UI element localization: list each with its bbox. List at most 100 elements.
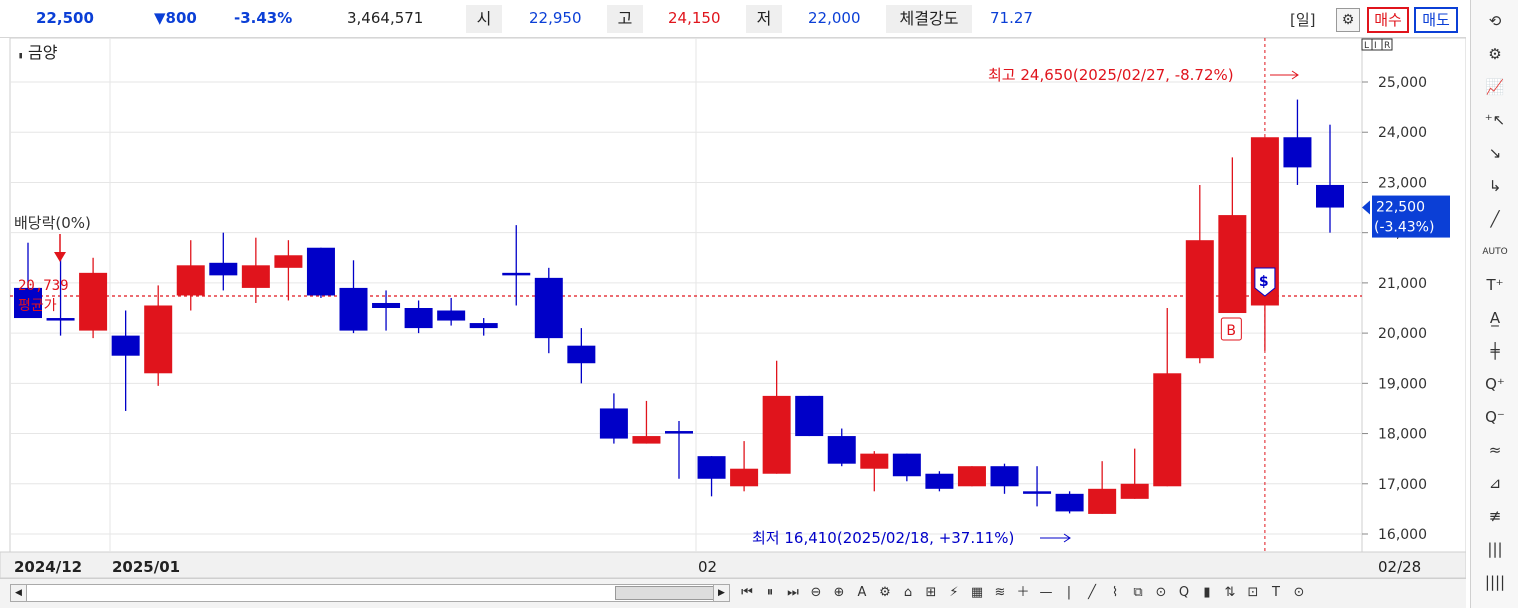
candlestick-chart[interactable]: 16,00017,00018,00019,00020,00021,00022,0… — [0, 38, 1466, 578]
rotate-icon[interactable]: ⟲ — [1481, 8, 1509, 34]
nav-button[interactable]: ⊕ — [830, 583, 848, 603]
nav-button[interactable]: ⧉ — [1129, 583, 1147, 603]
candle-up — [730, 468, 759, 487]
pen-icon[interactable]: ↘ — [1481, 140, 1509, 166]
candle-down — [795, 395, 824, 437]
x-axis-area — [0, 551, 1466, 578]
nav-button[interactable]: ⌇ — [1106, 583, 1124, 603]
candle-down — [46, 318, 75, 321]
nav-button[interactable]: ⏭ — [784, 583, 802, 603]
period-daily-button[interactable]: [일] — [1290, 9, 1316, 30]
nav-button[interactable]: T — [1267, 583, 1285, 603]
nav-button[interactable]: ⚙ — [876, 583, 894, 603]
nav-button[interactable]: ⌂ — [899, 583, 917, 603]
price-tag-value: 22,500 — [1376, 200, 1425, 216]
nav-button[interactable]: A — [853, 583, 871, 603]
lir-toggle: LIR — [1361, 38, 1393, 51]
chart-canvas[interactable]: 16,00017,00018,00019,00020,00021,00022,0… — [0, 38, 1466, 578]
nav-button[interactable]: ⏸ — [761, 583, 779, 603]
candle-down — [404, 308, 433, 329]
y-tick-label: 19,000 — [1378, 376, 1427, 392]
chart-scrollbar[interactable]: ◀ ▶ — [10, 584, 730, 602]
candle-down — [469, 323, 498, 329]
candle-down — [306, 247, 335, 296]
low-label: 저 — [746, 5, 782, 33]
nav-button[interactable]: | — [1060, 583, 1078, 603]
candle-down — [502, 272, 531, 276]
nav-button[interactable]: ▮ — [1198, 583, 1216, 603]
scroll-right-arrow[interactable]: ▶ — [713, 585, 729, 601]
fib-icon[interactable]: ≢ — [1481, 503, 1509, 529]
text-style-icon[interactable]: A̲ — [1481, 305, 1509, 331]
candle-down — [209, 262, 238, 276]
arrow-icon[interactable]: ↳ — [1481, 173, 1509, 199]
sell-button[interactable]: 매도 — [1414, 7, 1458, 33]
candle-up — [274, 255, 303, 268]
candle-up — [860, 453, 889, 469]
nav-button[interactable]: — — [1037, 583, 1055, 603]
nav-button[interactable]: ⊖ — [807, 583, 825, 603]
lir-letter: I — [1374, 41, 1377, 51]
candle-up — [1153, 373, 1182, 487]
y-tick-label: 25,000 — [1378, 75, 1427, 91]
nav-button[interactable]: ≋ — [991, 583, 1009, 603]
average-price-value: 20,739 — [18, 278, 69, 294]
candle-icon[interactable]: ╪ — [1481, 338, 1509, 364]
bars2-icon[interactable]: |||| — [1481, 569, 1509, 595]
wave-icon[interactable]: ≈ — [1481, 437, 1509, 463]
high-label: 고 — [607, 5, 643, 33]
candle-up — [144, 305, 173, 374]
candle-up — [957, 466, 986, 487]
average-price-label: 평균가 — [18, 298, 57, 314]
title-marker: ▮ — [18, 51, 23, 61]
nav-button[interactable]: ⊙ — [1290, 583, 1308, 603]
text-plus-icon[interactable]: T⁺ — [1481, 272, 1509, 298]
nav-button[interactable]: ⚡ — [945, 583, 963, 603]
nav-button[interactable]: ⊞ — [922, 583, 940, 603]
candle-down — [990, 466, 1019, 487]
scroll-left-arrow[interactable]: ◀ — [11, 585, 27, 601]
zoom-out-icon[interactable]: Q⁻ — [1481, 404, 1509, 430]
nav-button[interactable]: ⇅ — [1221, 583, 1239, 603]
nav-button[interactable]: ⏮ — [738, 583, 756, 603]
line-icon[interactable]: ╱ — [1481, 206, 1509, 232]
nav-button[interactable]: ＋ — [1014, 583, 1032, 603]
chart-navigation-bar: ◀ ▶ ⏮ ⏸ ⏭ ⊖ ⊕ A ⚙ ⌂ ⊞ ⚡ ▦ ≋ ＋ — | ╱ ⌇ ⧉ ⊙ Q ▮ ⇅ ⊡ T ⊙ — [0, 578, 1466, 608]
bars-icon[interactable]: ||| — [1481, 536, 1509, 562]
nav-button[interactable]: Q — [1175, 583, 1193, 603]
y-tick-label: 16,000 — [1378, 527, 1427, 543]
nav-button[interactable]: ▦ — [968, 583, 986, 603]
candle-down — [599, 408, 628, 439]
candle-down — [1055, 493, 1084, 512]
cut-icon[interactable]: ⊿ — [1481, 470, 1509, 496]
candle-down — [339, 287, 368, 331]
nav-button[interactable]: ╱ — [1083, 583, 1101, 603]
candle-up — [1218, 215, 1247, 314]
candle-down — [111, 335, 140, 356]
nav-button[interactable]: ⊙ — [1152, 583, 1170, 603]
settings-button[interactable]: ⚙ — [1336, 8, 1360, 32]
y-tick-label: 23,000 — [1378, 175, 1427, 191]
indicator-icon[interactable]: 📈 — [1481, 74, 1509, 100]
y-tick-label: 18,000 — [1378, 427, 1427, 443]
open-value: 22,950 — [529, 9, 582, 27]
candle-up — [176, 265, 205, 296]
x-tick-label: 2024/12 — [14, 558, 82, 576]
y-axis-area — [1361, 38, 1466, 553]
candle-down — [697, 456, 726, 479]
nav-button[interactable]: ⊡ — [1244, 583, 1262, 603]
buy-button[interactable]: 매수 — [1367, 7, 1409, 33]
candle-up — [1185, 240, 1214, 359]
x-tick-label: 02 — [698, 558, 717, 576]
min-annotation: 최저 16,410(2025/02/18, +37.11%) — [752, 529, 1014, 547]
candle-down — [567, 345, 596, 364]
lir-letter: L — [1364, 41, 1369, 51]
zoom-in-icon[interactable]: Q⁺ — [1481, 371, 1509, 397]
candle-down — [827, 436, 856, 464]
auto-line-icon[interactable]: AUTO — [1481, 239, 1509, 265]
cursor-plus-icon[interactable]: ⁺↖ — [1481, 107, 1509, 133]
scroll-thumb[interactable] — [615, 586, 715, 600]
gear-icon[interactable]: ⚙ — [1481, 41, 1509, 67]
candle-up — [79, 272, 108, 331]
buy-signal-label: B — [1226, 323, 1236, 339]
